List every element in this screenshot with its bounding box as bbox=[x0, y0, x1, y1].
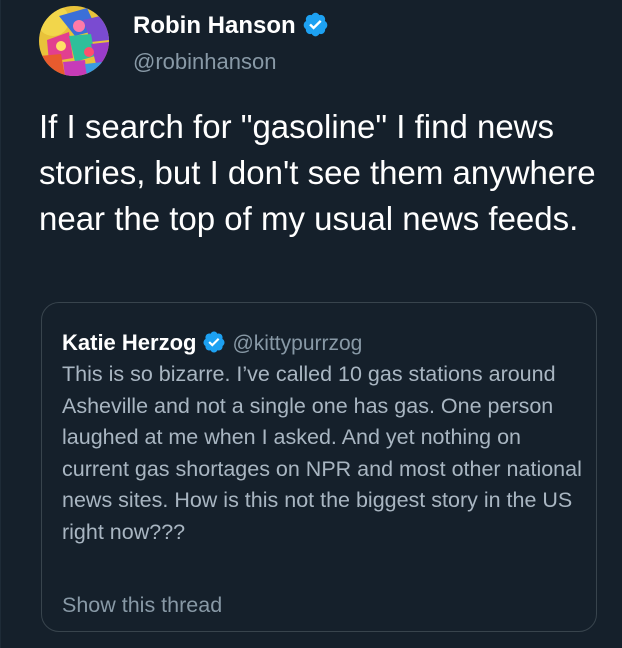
author-name[interactable]: Robin Hanson bbox=[133, 12, 296, 39]
quoted-tweet-card[interactable]: Katie Herzog @kittypurrzog This is so bi… bbox=[41, 302, 597, 632]
colorful-abstract-avatar-icon bbox=[39, 6, 109, 76]
quoted-author-handle: @kittypurrzog bbox=[232, 332, 363, 355]
quoted-author-name: Katie Herzog bbox=[62, 330, 197, 355]
quoted-tweet-text: This is so bizarre. I’ve called 10 gas s… bbox=[62, 362, 582, 544]
author-avatar[interactable] bbox=[39, 6, 109, 76]
author-handle[interactable]: @robinhanson bbox=[133, 48, 276, 76]
verified-badge-icon bbox=[303, 12, 327, 37]
show-thread-link[interactable]: Show this thread bbox=[62, 591, 222, 619]
tweet-card: Robin Hanson @robinhanson If I search fo… bbox=[0, 0, 622, 648]
quoted-tweet-header: Katie Herzog @kittypurrzog bbox=[62, 329, 362, 360]
author-name-line[interactable]: Robin Hanson bbox=[133, 11, 329, 41]
tweet-text: If I search for "gasoline" I find news s… bbox=[39, 108, 596, 237]
verified-badge-icon bbox=[203, 331, 225, 353]
